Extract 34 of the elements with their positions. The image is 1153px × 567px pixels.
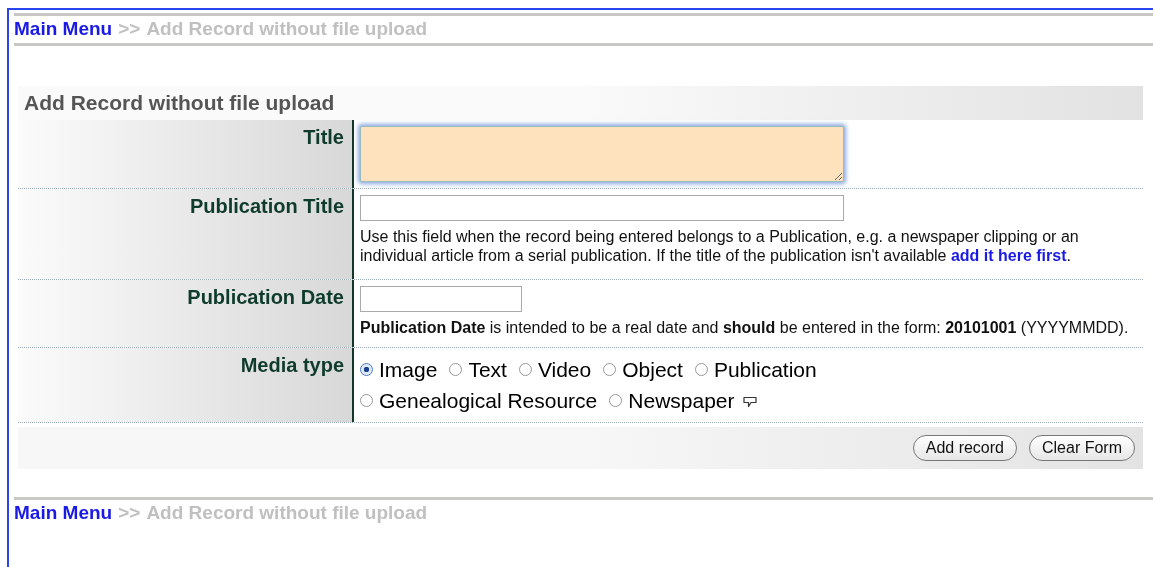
- breadcrumb-current: Add Record without file upload: [146, 18, 428, 40]
- breadcrumb-separator: >>: [118, 502, 141, 524]
- radio-label[interactable]: Object: [622, 358, 683, 381]
- radio-button[interactable]: [449, 363, 463, 376]
- radio-label[interactable]: Newspaper: [628, 389, 735, 412]
- breadcrumb-separator: >>: [118, 18, 141, 40]
- form-button[interactable]: Add record: [912, 435, 1017, 461]
- radio-button[interactable]: [360, 363, 373, 376]
- radio-label[interactable]: Publication: [713, 358, 817, 381]
- main-menu-link[interactable]: Main Menu: [14, 18, 113, 40]
- form-heading: Add Record without file upload: [18, 86, 1143, 120]
- form-button[interactable]: Clear Form: [1029, 435, 1135, 461]
- radio-button[interactable]: [518, 363, 532, 376]
- radio-button[interactable]: [694, 363, 708, 376]
- add-link[interactable]: add it here first: [950, 247, 1067, 264]
- date-field[interactable]: [360, 286, 522, 312]
- field-label: Publication Date: [187, 286, 344, 308]
- title-field[interactable]: [360, 126, 844, 182]
- radio-label[interactable]: Text: [468, 358, 507, 381]
- field-label: Title: [303, 126, 344, 148]
- help-text: Publication Date is intended to be a real date and should be entered in the form: 20101001 (YYYYMMDD).: [360, 318, 1130, 337]
- radio-label[interactable]: Video: [537, 358, 592, 381]
- radio-button[interactable]: [360, 394, 373, 407]
- help-text: Use this field when the record being entered belongs to a Publication, e.g. a newspaper clipping or an individual article from a serial publication. If the title of the publication isn't available add it here first.: [360, 227, 1080, 265]
- input-field[interactable]: [360, 195, 844, 221]
- field-label: Media type: [240, 354, 344, 376]
- radio-label[interactable]: Genealogical Resource: [379, 389, 598, 412]
- radio-label[interactable]: Image: [379, 358, 438, 381]
- speech-bubble-icon[interactable]: [742, 396, 757, 408]
- radio-button[interactable]: [603, 363, 617, 376]
- breadcrumb-current: Add Record without file upload: [146, 502, 428, 524]
- main-menu-link[interactable]: Main Menu: [14, 502, 113, 524]
- field-label: Publication Title: [189, 195, 344, 217]
- radio-button[interactable]: [609, 394, 623, 407]
